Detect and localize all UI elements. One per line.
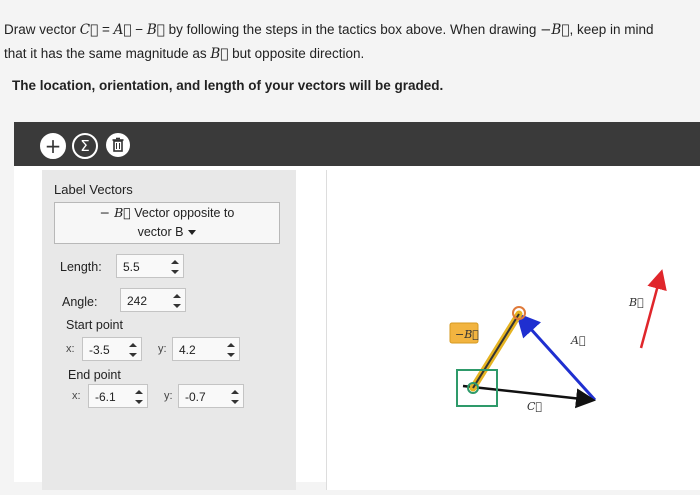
length-spinner-icon[interactable]: [170, 258, 180, 276]
vector-label-dropdown[interactable]: − B⃗ Vector opposite to vector B: [54, 202, 280, 244]
instruction-text: that it has the same magnitude as: [4, 46, 211, 61]
end-y-label: y:: [164, 390, 173, 402]
vector-a-label: A⃗: [570, 334, 586, 347]
length-value: 5.5: [123, 260, 140, 274]
vector-c-line[interactable]: [462, 384, 596, 409]
end-y-spinner-icon[interactable]: [230, 388, 240, 406]
start-x-input[interactable]: -3.5: [82, 337, 142, 361]
start-y-value: 4.2: [179, 343, 196, 357]
end-point-text: End point: [68, 368, 121, 382]
instruction-line-2: that it has the same magnitude as B⃗ but…: [4, 42, 694, 66]
neg-b-symbol: −B⃗: [540, 22, 570, 38]
vector-b-symbol: B⃗: [210, 46, 229, 62]
start-point-label: Start point: [66, 318, 123, 332]
label-description: vector B: [137, 225, 184, 239]
angle-label: Angle:: [62, 294, 98, 309]
end-point-label: End point: [68, 368, 121, 382]
vector-b-line[interactable]: [639, 269, 667, 349]
panel-title: Label Vectors: [54, 182, 133, 197]
start-y-input[interactable]: 4.2: [172, 337, 240, 361]
vector-c-label: C⃗: [527, 400, 542, 413]
vector-a-line[interactable]: [515, 312, 597, 402]
trash-icon: [112, 137, 124, 152]
vector-drawing-tool: + Σ Label Vectors − B⃗ Vector opposite t…: [14, 122, 700, 490]
vector-b-label: B⃗: [628, 296, 644, 309]
instruction-text: but opposite direction.: [228, 46, 365, 61]
vector-a-symbol: A⃗: [113, 22, 132, 38]
drawing-canvas[interactable]: −B⃗ A⃗ B⃗ C⃗: [326, 170, 700, 490]
instruction-text: , keep in mind: [569, 22, 654, 37]
angle-value: 242: [127, 294, 148, 308]
angle-input[interactable]: 242: [120, 288, 186, 312]
start-x-label: x:: [66, 343, 75, 355]
neg-b-canvas-label: −B⃗: [455, 328, 479, 341]
vector-canvas-svg[interactable]: −B⃗ A⃗ B⃗ C⃗: [327, 170, 700, 490]
start-x-spinner-icon[interactable]: [128, 341, 138, 359]
minus-sign: −: [131, 22, 147, 37]
instruction-text: Draw vector: [4, 22, 80, 37]
start-y-spinner-icon[interactable]: [226, 341, 236, 359]
equals-sign: =: [98, 22, 114, 37]
toolbar: + Σ: [14, 122, 700, 166]
start-y-label: y:: [158, 343, 167, 355]
neg-b-label: − B⃗: [99, 205, 131, 220]
end-x-label: x:: [72, 390, 81, 402]
properties-panel: Label Vectors − B⃗ Vector opposite to ve…: [42, 170, 296, 490]
grading-note: The location, orientation, and length of…: [12, 78, 444, 93]
end-y-input[interactable]: -0.7: [178, 384, 244, 408]
start-point-text: Start point: [66, 318, 123, 332]
length-input[interactable]: 5.5: [116, 254, 184, 278]
angle-spinner-icon[interactable]: [172, 292, 182, 310]
end-x-spinner-icon[interactable]: [134, 388, 144, 406]
vector-b-symbol: B⃗: [146, 22, 165, 38]
trash-button[interactable]: [106, 133, 130, 157]
end-x-value: -6.1: [95, 390, 116, 404]
add-vector-button[interactable]: +: [40, 133, 66, 159]
instructions: Draw vector C⃗ = A⃗ − B⃗ by following th…: [4, 18, 694, 93]
end-y-value: -0.7: [185, 390, 206, 404]
vector-c-symbol: C⃗: [79, 22, 99, 38]
start-x-value: -3.5: [89, 343, 110, 357]
length-label: Length:: [60, 259, 102, 274]
angle-row: Angle:: [62, 294, 97, 309]
instruction-text: by following the steps in the tactics bo…: [164, 22, 541, 37]
sum-button[interactable]: Σ: [72, 133, 98, 159]
chevron-down-icon: [188, 230, 197, 236]
length-row: Length:: [60, 259, 102, 274]
instruction-line-1: Draw vector C⃗ = A⃗ − B⃗ by following th…: [4, 18, 694, 42]
end-x-input[interactable]: -6.1: [88, 384, 148, 408]
label-description: Vector opposite to: [130, 206, 235, 220]
